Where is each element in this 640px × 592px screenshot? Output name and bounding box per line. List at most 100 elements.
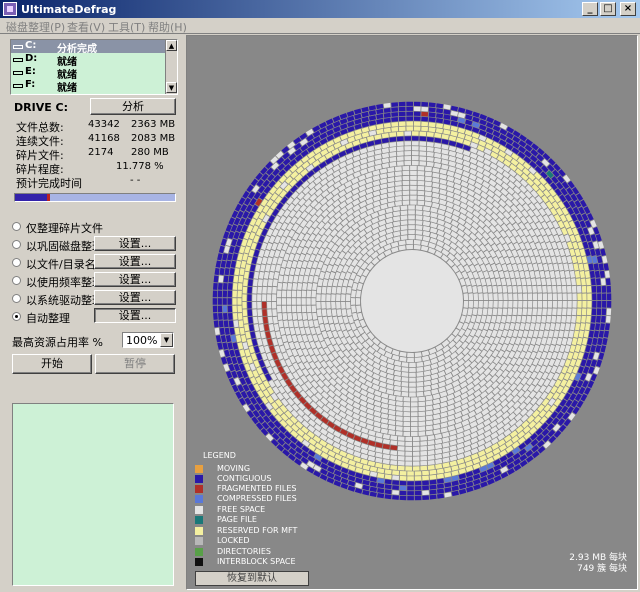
cluster-block xyxy=(323,222,331,230)
cluster-block xyxy=(260,264,266,272)
cluster-block xyxy=(556,278,562,286)
maximize-button[interactable]: □ xyxy=(600,2,616,16)
cluster-block xyxy=(346,386,355,395)
cluster-block xyxy=(514,322,521,331)
cluster-block xyxy=(282,282,288,290)
scroll-down-icon[interactable]: ▼ xyxy=(166,82,177,93)
menu-defrag[interactable]: 磁盘整理(P) xyxy=(6,19,65,35)
drive-row-c[interactable]: C: 分析完成 xyxy=(11,40,177,55)
cluster-block xyxy=(424,176,432,182)
cluster-block xyxy=(239,349,246,357)
cluster-block xyxy=(596,285,602,293)
drive-row-e[interactable]: E: 就绪 xyxy=(11,66,177,81)
scroll-up-icon[interactable]: ▲ xyxy=(166,40,177,51)
cluster-block xyxy=(442,431,450,438)
drive-row-d[interactable]: D: 就绪 xyxy=(11,53,177,68)
cluster-block xyxy=(351,336,359,344)
cluster-block xyxy=(518,301,523,308)
cluster-block xyxy=(259,402,267,411)
cluster-block xyxy=(346,168,354,176)
cluster-block xyxy=(343,251,352,260)
cluster-block xyxy=(557,308,562,316)
pause-button[interactable]: 暂停 xyxy=(95,354,175,374)
cluster-block xyxy=(228,377,236,386)
cluster-block xyxy=(551,176,559,184)
cluster-block xyxy=(319,433,328,442)
cluster-block xyxy=(348,355,356,363)
cluster-block xyxy=(423,370,431,376)
cluster-block xyxy=(572,227,579,236)
settings-button-by-frequency[interactable]: 设置... xyxy=(94,272,176,287)
analyze-button[interactable]: 分析 xyxy=(90,98,176,115)
mode-radio-by-frequency[interactable] xyxy=(12,276,21,285)
mode-radio-defrag-only[interactable] xyxy=(12,222,21,231)
cluster-block xyxy=(247,286,253,294)
cluster-block xyxy=(364,220,373,228)
cluster-block xyxy=(555,227,563,236)
legend-swatch xyxy=(195,537,203,545)
mode-radio-by-system[interactable] xyxy=(12,294,21,303)
settings-button-consolidate[interactable]: 设置... xyxy=(94,236,176,251)
cluster-block xyxy=(567,365,574,374)
cluster-block xyxy=(387,202,395,208)
cluster-block xyxy=(282,229,290,238)
legend-swatch xyxy=(195,548,203,556)
cluster-block xyxy=(266,427,275,435)
cluster-block xyxy=(590,248,596,257)
cluster-block xyxy=(466,205,474,213)
cluster-block xyxy=(244,377,252,385)
cluster-block xyxy=(327,415,336,423)
drive-list-scrollbar[interactable]: ▲ ▼ xyxy=(165,40,177,94)
mode-radio-by-name[interactable] xyxy=(12,258,21,267)
cluster-block xyxy=(553,163,561,172)
restore-default-button[interactable]: 恢复到默认 xyxy=(195,571,309,586)
cluster-block xyxy=(227,298,232,305)
cluster-block xyxy=(340,128,348,135)
start-button[interactable]: 开始 xyxy=(12,354,92,374)
minimize-button[interactable]: _ xyxy=(582,2,598,16)
menu-help[interactable]: 帮助(H) xyxy=(148,19,187,35)
cluster-block xyxy=(542,293,548,301)
cluster-block xyxy=(231,370,238,379)
menu-view[interactable]: 查看(V) xyxy=(67,19,105,35)
cluster-block xyxy=(292,197,300,206)
mode-radio-auto[interactable] xyxy=(12,312,21,321)
drive-list[interactable]: C: 分析完成 D: 就绪 E: 就绪 F: 就绪 ▲ ▼ xyxy=(10,39,178,95)
cluster-block xyxy=(559,194,567,203)
chevron-down-icon[interactable]: ▼ xyxy=(160,333,173,347)
mode-radio-consolidate[interactable] xyxy=(12,240,21,249)
cluster-block xyxy=(426,141,434,147)
cluster-block xyxy=(482,285,488,293)
resource-select[interactable]: 100% ▼ xyxy=(122,332,174,348)
settings-button-auto[interactable]: 设置... xyxy=(94,308,176,323)
cluster-block xyxy=(508,301,513,308)
settings-button-by-system[interactable]: 设置... xyxy=(94,290,176,305)
cluster-block xyxy=(465,481,474,488)
cluster-block xyxy=(297,409,305,417)
cluster-block xyxy=(372,200,381,207)
cluster-block xyxy=(333,131,341,138)
cluster-block xyxy=(354,487,363,494)
cluster-block xyxy=(458,468,466,475)
cluster-block xyxy=(236,238,243,247)
cluster-block xyxy=(422,470,429,476)
cluster-block xyxy=(537,293,543,301)
close-button[interactable]: × xyxy=(620,2,636,16)
drive-row-f[interactable]: F: 就绪 xyxy=(11,79,177,94)
cluster-block xyxy=(514,270,520,279)
cluster-block xyxy=(462,347,470,356)
cluster-block xyxy=(437,365,446,372)
cluster-block xyxy=(535,427,544,436)
cluster-block xyxy=(322,215,330,224)
settings-button-by-name[interactable]: 设置... xyxy=(94,254,176,269)
cluster-block xyxy=(557,285,562,293)
cluster-block xyxy=(574,393,582,402)
cluster-block xyxy=(270,373,278,381)
cluster-block xyxy=(443,227,452,235)
cluster-block xyxy=(238,275,244,283)
cluster-block xyxy=(480,397,489,405)
cluster-block xyxy=(332,441,341,449)
cluster-block xyxy=(477,271,485,279)
cluster-block xyxy=(478,342,486,351)
menu-tools[interactable]: 工具(T) xyxy=(108,19,145,35)
